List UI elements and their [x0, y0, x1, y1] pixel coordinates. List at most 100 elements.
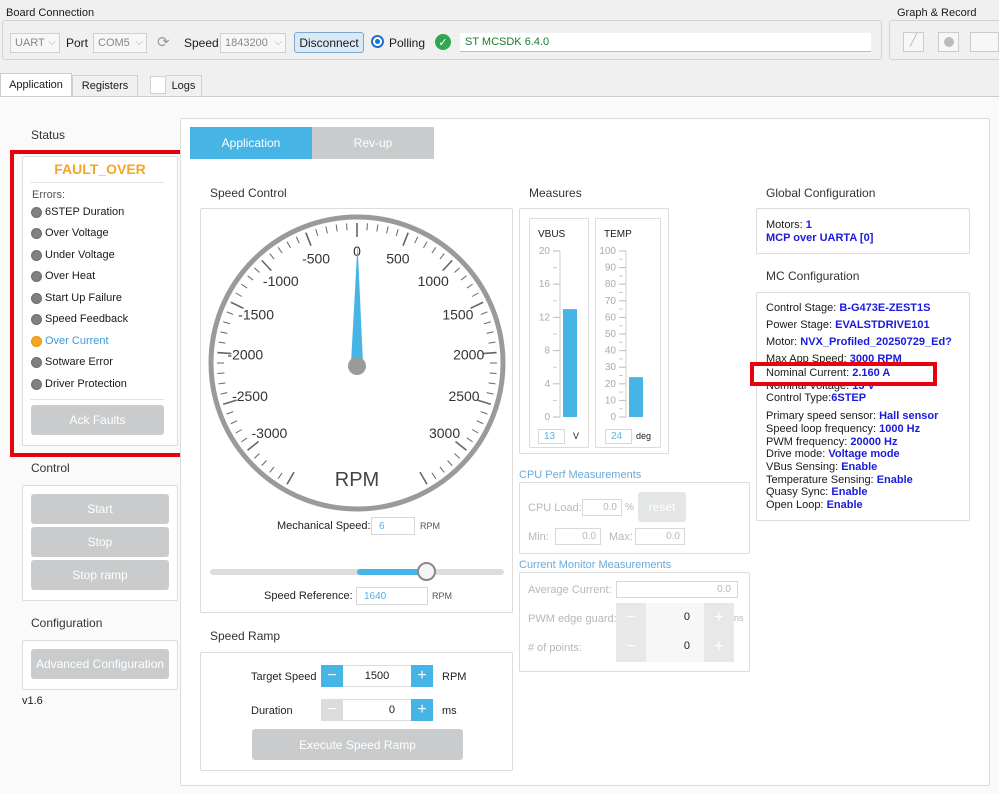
mc-value: Enable — [826, 499, 863, 511]
mc-key: Nominal Voltage: — [766, 380, 850, 392]
chevron-down-icon: ⌵ — [135, 37, 143, 48]
mc-key: Drive mode: — [766, 448, 826, 460]
tab-application[interactable]: Application — [0, 73, 72, 96]
polling-label: Polling — [389, 36, 426, 50]
speed-reference-slider[interactable] — [210, 562, 504, 581]
mc-control-type: Control Type:6STEP — [766, 392, 866, 404]
gauge-tick-label: -500 — [302, 251, 330, 267]
polling-radio[interactable] — [371, 35, 384, 48]
mc-key: VBus Sensing: — [766, 461, 839, 473]
mc-key: Motor: — [766, 336, 798, 348]
mc-pwm-frequency: PWM frequency: 20000 Hz — [766, 436, 897, 448]
subtab-application[interactable]: Application — [190, 127, 312, 159]
mc-key: Control Type: — [766, 392, 832, 404]
meter-tick-label: 90 — [605, 263, 617, 274]
chevron-down-icon: ⌵ — [48, 37, 56, 48]
start-button[interactable]: Start — [31, 494, 169, 524]
mc-value: Hall sensor — [879, 410, 939, 422]
meter-tick-label: 50 — [605, 329, 617, 340]
gauge-tick-label: 1000 — [418, 273, 449, 289]
pwm-decrement-button[interactable]: − — [616, 603, 646, 633]
graph-record-title: Graph & Record — [897, 7, 977, 19]
cpu-min-label: Min: — [528, 531, 549, 543]
motors-count: Motors: 1 — [766, 219, 812, 231]
temp-value: 24 — [605, 429, 632, 444]
extra-button[interactable] — [970, 32, 999, 52]
target-decrement-button[interactable]: − — [321, 665, 343, 687]
meter-tick-label: 100 — [599, 246, 616, 257]
speed-reference-field[interactable]: 1640 — [356, 587, 428, 605]
mc-value: 6STEP — [831, 392, 867, 404]
meter-tick-label: 10 — [605, 395, 617, 406]
meter-tick-label: 40 — [605, 346, 617, 357]
mc-temperature-sensing: Temperature Sensing: Enable — [766, 474, 913, 486]
points-increment-button[interactable]: + — [704, 632, 734, 662]
baud-select[interactable]: 1843200 ⌵ — [220, 33, 286, 53]
mc-key: Power Stage: — [766, 319, 833, 331]
execute-speed-ramp-button[interactable]: Execute Speed Ramp — [252, 729, 463, 760]
duration-increment-button[interactable]: + — [411, 699, 433, 721]
port-select[interactable]: COM5 ⌵ — [93, 33, 147, 53]
protocol-select[interactable]: UART ⌵ — [10, 33, 60, 53]
record-icon[interactable] — [938, 32, 959, 52]
pwm-increment-button[interactable]: + — [704, 603, 734, 633]
gauge-tick-label: 2000 — [453, 347, 484, 363]
points-decrement-button[interactable]: − — [616, 632, 646, 662]
gauge-tick-label: -2500 — [232, 388, 268, 404]
tab-logs[interactable]: Logs — [166, 75, 202, 96]
mc-nominal-voltage: Nominal Voltage: 13 V — [766, 380, 875, 392]
meter-tick-label: 16 — [539, 279, 551, 290]
subtab-rev-up[interactable]: Rev-up — [312, 127, 434, 159]
control-heading: Control — [31, 461, 70, 475]
target-increment-button[interactable]: + — [411, 665, 433, 687]
mc-quasy-sync: Quasy Sync: Enable — [766, 486, 868, 498]
stop-button[interactable]: Stop — [31, 527, 169, 557]
mc-value: 13 V — [852, 380, 875, 392]
mechanical-speed-unit: RPM — [420, 521, 440, 531]
points-field[interactable]: 0 — [646, 632, 704, 662]
mc-key: Control Stage: — [766, 302, 837, 314]
speed-label: Speed — [184, 36, 219, 50]
cpu-perf-heading: CPU Perf Measurements — [519, 469, 642, 481]
reset-button[interactable]: reset — [638, 492, 686, 522]
meter-tick-label: 70 — [605, 296, 617, 307]
mc-key: Open Loop: — [766, 499, 824, 511]
target-speed-unit: RPM — [442, 671, 467, 683]
mechanical-speed-field: 6 — [371, 517, 415, 535]
mc-value: 1000 Hz — [879, 423, 921, 435]
version-label: v1.6 — [22, 695, 43, 707]
board-connection-title: Board Connection — [6, 7, 95, 19]
average-current-field: 0.0 — [616, 581, 738, 598]
duration-field[interactable]: 0 — [343, 699, 411, 721]
pwm-edge-guard-field[interactable]: 0 — [646, 603, 704, 633]
mc-value: Voltage mode — [828, 448, 900, 460]
cpu-percent-unit: % — [625, 502, 634, 513]
slider-fill — [357, 569, 426, 575]
configuration-heading: Configuration — [31, 616, 103, 630]
graph-icon[interactable]: ╱ — [903, 32, 924, 52]
mc-max-app-speed: Max App Speed: 3000 RPM — [766, 353, 902, 365]
logs-checkbox[interactable] — [150, 76, 166, 94]
target-speed-field[interactable]: 1500 — [343, 665, 411, 687]
gauge-hub — [348, 357, 366, 375]
speed-reference-label: Speed Reference: — [264, 590, 353, 602]
refresh-icon[interactable]: ⟳ — [157, 33, 175, 51]
tab-registers[interactable]: Registers — [72, 75, 138, 96]
slider-handle[interactable] — [416, 562, 436, 581]
mc-key: Quasy Sync: — [766, 486, 829, 498]
fault-highlight-box — [10, 150, 195, 457]
vbus-value: 13 — [538, 429, 565, 444]
speed-gauge: -3000-2500-2000-1500-1000-500 0 5001000150… — [208, 214, 506, 512]
duration-decrement-button[interactable]: − — [321, 699, 343, 721]
stop-ramp-button[interactable]: Stop ramp — [31, 560, 169, 590]
mc-key: Nominal Current: — [766, 367, 850, 379]
meter-tick-label: 8 — [544, 346, 550, 357]
motors-key: Motors: — [766, 219, 803, 231]
mc-control-stage: Control Stage: B-G473E-ZEST1S — [766, 302, 930, 314]
vbus-unit: V — [573, 431, 580, 441]
disconnect-button[interactable]: Disconnect — [294, 32, 364, 53]
mc-value: Enable — [876, 474, 913, 486]
mc-speed-loop-frequency: Speed loop frequency: 1000 Hz — [766, 423, 920, 435]
mc-drive-mode: Drive mode: Voltage mode — [766, 448, 900, 460]
advanced-configuration-button[interactable]: Advanced Configuration — [31, 649, 169, 679]
